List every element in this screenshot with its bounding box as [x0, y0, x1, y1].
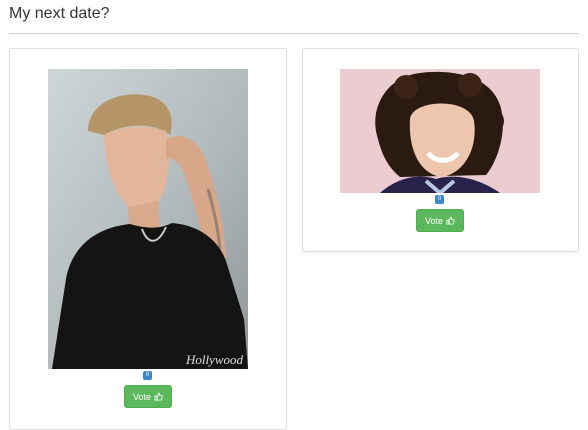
vote-count-badge: 0 [435, 195, 444, 204]
candidate-photo-2 [340, 69, 540, 193]
page-title: My next date? [9, 5, 110, 22]
candidate-card-2: 0 Vote [302, 48, 579, 252]
photo-watermark: Hollywood [185, 352, 243, 367]
candidate-card-1: Hollywood 0 Vote [9, 48, 287, 430]
thumbs-up-icon [446, 216, 455, 225]
vote-button-label: Vote [132, 391, 152, 402]
vote-count-badge: 0 [143, 371, 152, 380]
candidate-photo-1: Hollywood [48, 69, 248, 369]
vote-button[interactable]: Vote [416, 209, 464, 232]
candidate-photo-2-image [340, 69, 540, 193]
thumbs-up-icon [154, 392, 163, 401]
vote-button-label: Vote [424, 215, 444, 226]
candidate-photo-1-image [48, 69, 248, 369]
vote-button[interactable]: Vote [124, 385, 172, 408]
title-divider [9, 33, 579, 34]
